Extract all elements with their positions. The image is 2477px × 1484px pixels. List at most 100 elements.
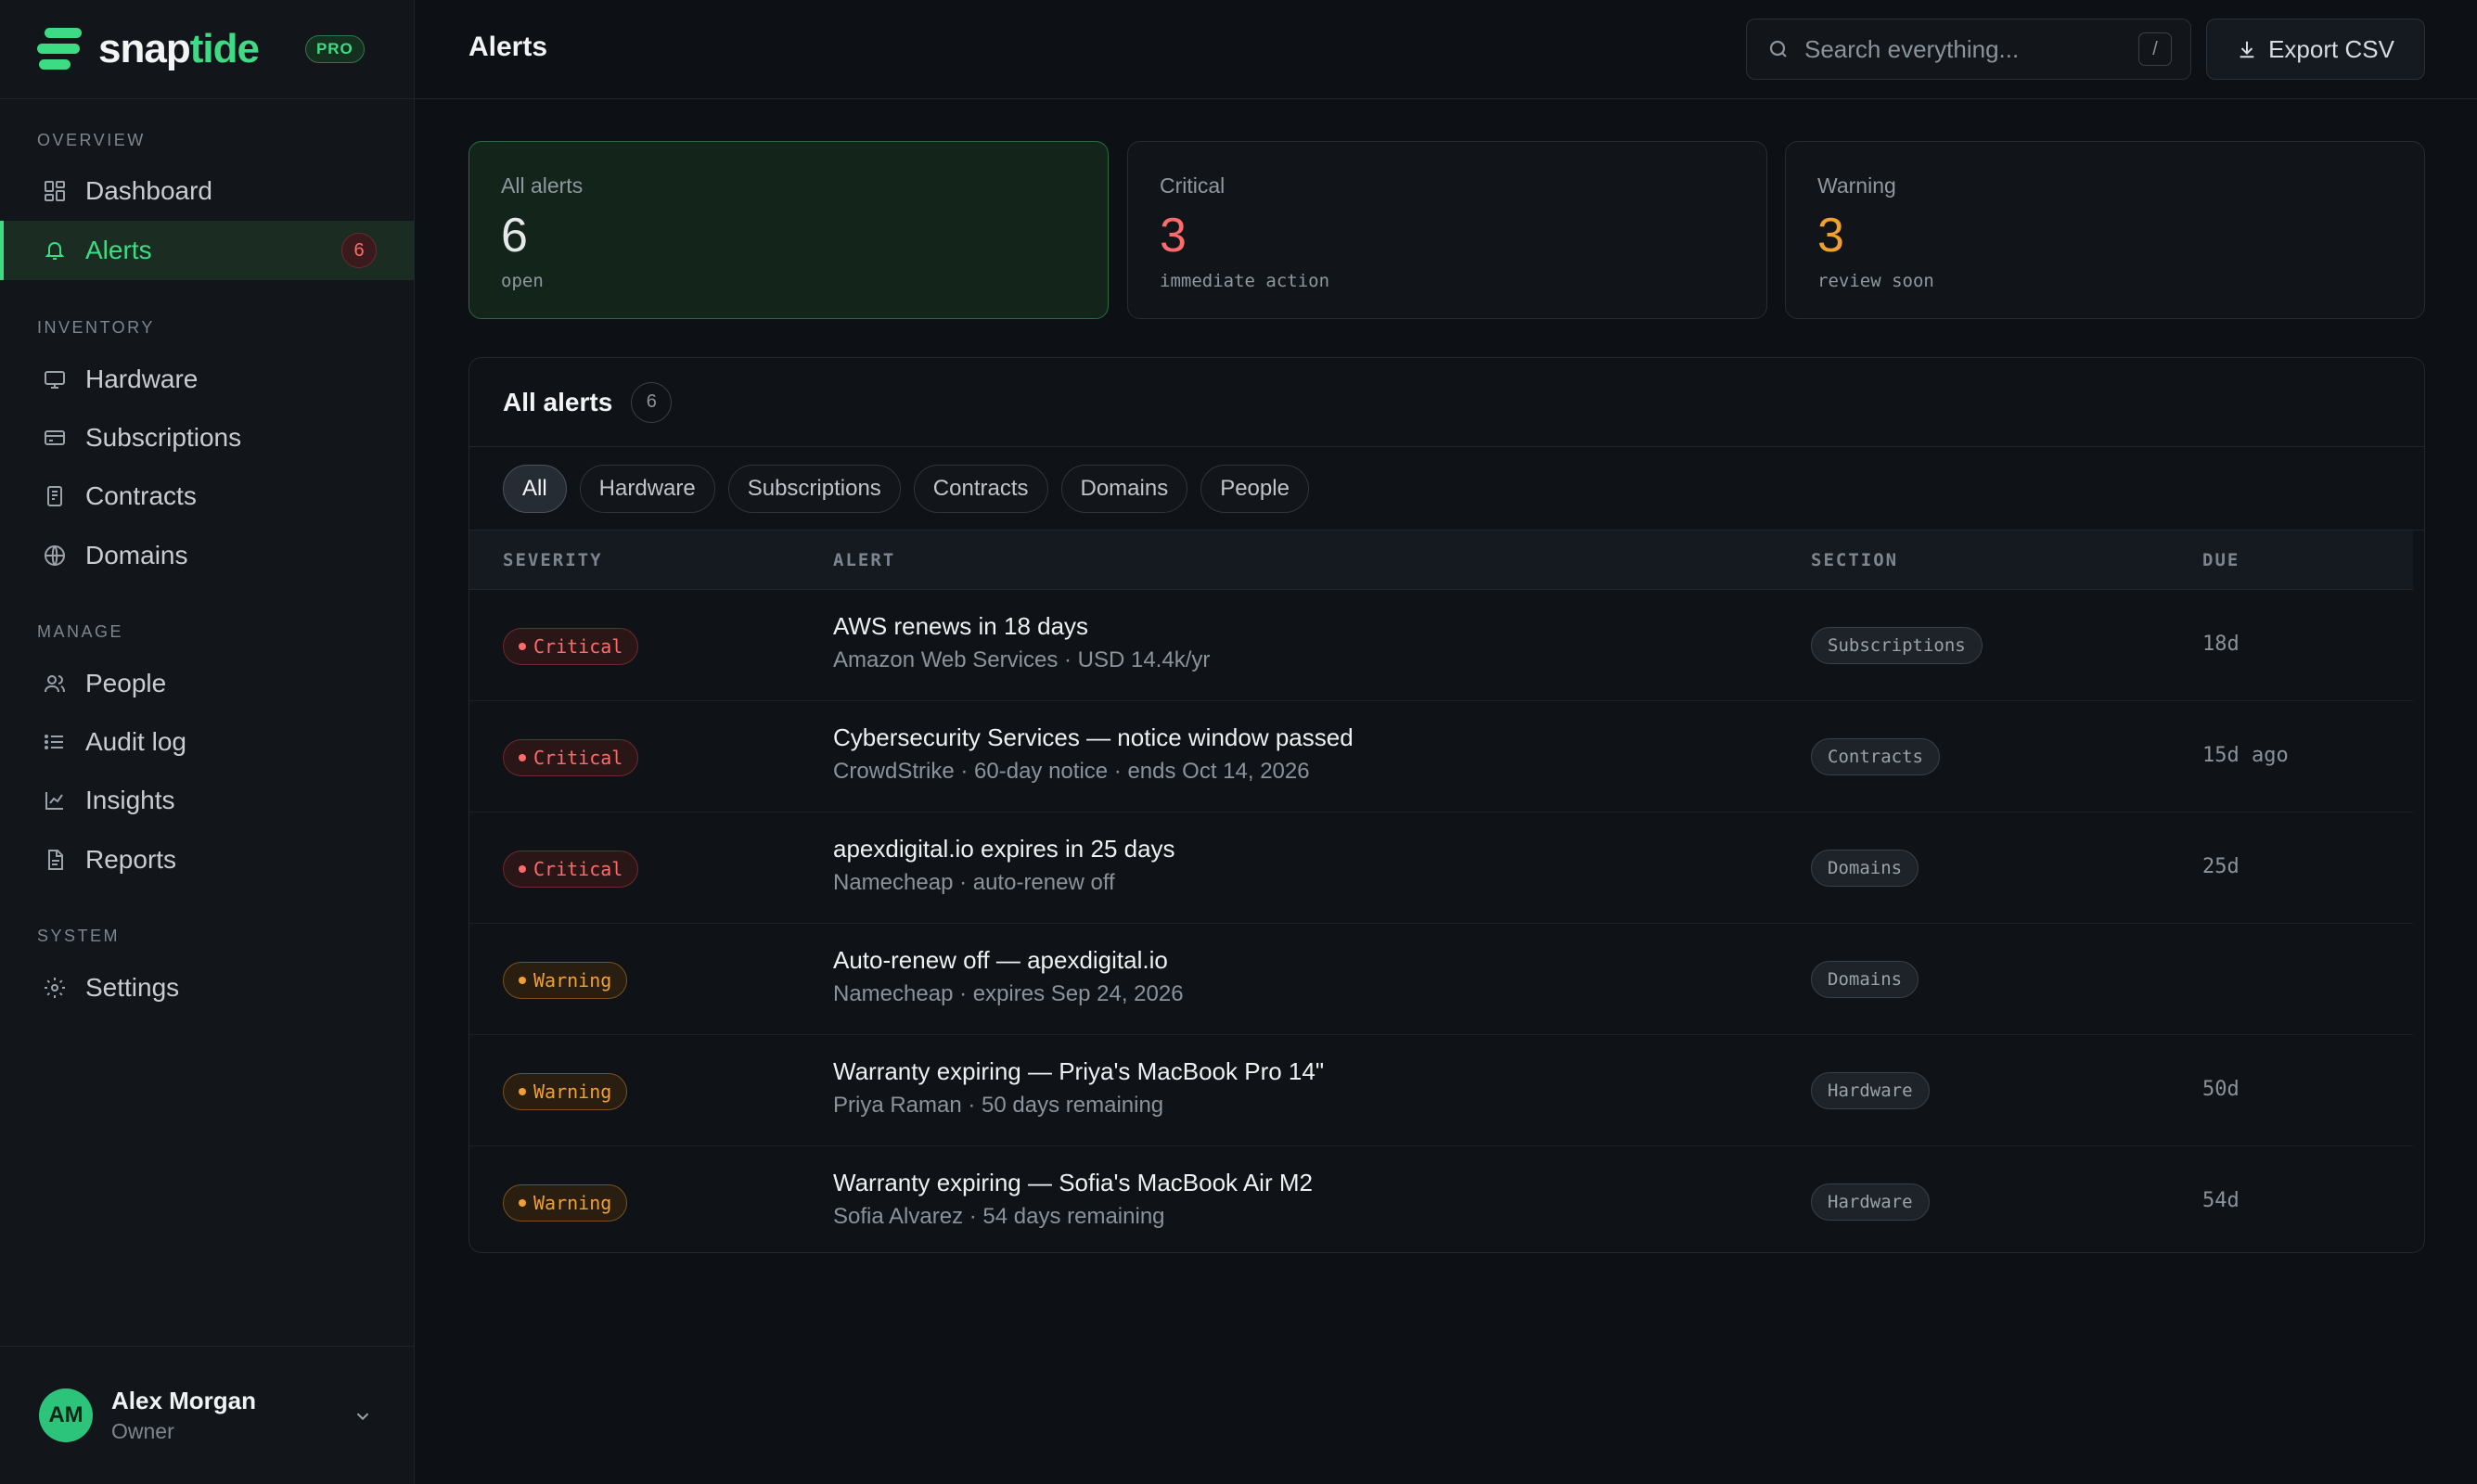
due-value: 50d <box>2202 1078 2240 1101</box>
column-header-section[interactable]: SECTION <box>1811 550 1898 570</box>
list-icon <box>43 730 67 754</box>
alert-subtitle: Priya Raman · 50 days remaining <box>833 1093 1164 1118</box>
sidebar-item-label: Contracts <box>85 481 197 510</box>
severity-badge: Critical <box>503 739 639 776</box>
alert-title[interactable]: Auto-renew off — apexdigital.io <box>833 946 1168 975</box>
sidebar-item-label: Domains <box>85 541 188 569</box>
stat-label: All alerts <box>501 173 584 198</box>
sidebar-item-domains[interactable]: Domains <box>0 526 414 585</box>
filter-chips: All Hardware Subscriptions Contracts Dom… <box>469 447 2424 531</box>
user-menu[interactable]: AM Alex Morgan Owner <box>0 1346 414 1484</box>
severity-badge: Critical <box>503 851 639 888</box>
table-row[interactable]: Warning Auto-renew off — apexdigital.io Na… <box>469 924 2413 1035</box>
due-value: 15d ago <box>2202 744 2289 767</box>
brand: snaptide PRO <box>0 0 414 99</box>
plan-badge: PRO <box>304 35 365 63</box>
sidebar-item-insights[interactable]: Insights <box>0 771 414 830</box>
bell-icon <box>43 238 67 262</box>
severity-label: Warning <box>533 1192 612 1214</box>
people-icon <box>43 672 67 696</box>
stat-sub: immediate action <box>1160 271 1330 291</box>
report-icon <box>43 848 67 872</box>
filter-chip-hardware[interactable]: Hardware <box>579 464 715 513</box>
severity-badge: Warning <box>503 962 628 999</box>
stat-label: Critical <box>1160 173 1226 198</box>
sidebar-item-alerts[interactable]: Alerts 6 <box>0 221 414 280</box>
alert-title[interactable]: apexdigital.io expires in 25 days <box>833 835 1175 864</box>
alert-title[interactable]: Warranty expiring — Priya's MacBook Pro … <box>833 1057 1324 1086</box>
filter-chip-all[interactable]: All <box>503 464 567 513</box>
filter-chip-subscriptions[interactable]: Subscriptions <box>727 464 901 513</box>
search-shortcut-key: / <box>2138 32 2172 66</box>
sidebar-item-reports[interactable]: Reports <box>0 830 414 889</box>
monitor-icon <box>43 367 67 391</box>
severity-dot-icon <box>519 754 526 761</box>
alert-subtitle: CrowdStrike · 60-day notice · ends Oct 1… <box>833 759 1310 784</box>
page-title: Alerts <box>468 32 548 62</box>
section-tag: Domains <box>1811 850 1919 887</box>
sidebar-item-people[interactable]: People <box>0 654 414 713</box>
alert-title[interactable]: AWS renews in 18 days <box>833 612 1088 641</box>
globe-icon <box>43 544 67 568</box>
table-row[interactable]: Critical AWS renews in 18 days Amazon Web … <box>469 590 2413 701</box>
alert-title[interactable]: Warranty expiring — Sofia's MacBook Air … <box>833 1169 1313 1197</box>
stat-card-all-alerts[interactable]: All alerts 6 open <box>468 141 1109 319</box>
sidebar-item-subscriptions[interactable]: Subscriptions <box>0 408 414 467</box>
stat-label: Warning <box>1817 173 1896 198</box>
filter-chip-contracts[interactable]: Contracts <box>913 464 1048 513</box>
panel-title: All alerts <box>503 387 613 416</box>
table-row[interactable]: Critical Cybersecurity Services — notice … <box>469 701 2413 812</box>
chevron-down-icon[interactable] <box>353 1404 373 1433</box>
gear-icon <box>43 976 67 1000</box>
filter-chip-people[interactable]: People <box>1200 464 1309 513</box>
brand-name[interactable]: snaptide <box>98 26 260 72</box>
severity-dot-icon <box>519 977 526 984</box>
search-icon <box>1767 38 1790 60</box>
column-header-severity[interactable]: SEVERITY <box>503 550 603 570</box>
alerts-count-pill: 6 <box>631 381 673 423</box>
table-row[interactable]: Warning Warranty expiring — Sofia's MacBo… <box>469 1146 2413 1252</box>
sidebar-item-contracts[interactable]: Contracts <box>0 467 414 526</box>
contract-icon <box>43 484 67 508</box>
table-header: SEVERITY ALERT SECTION DUE <box>469 531 2413 590</box>
stat-card-critical[interactable]: Critical 3 immediate action <box>1127 141 1767 319</box>
sidebar-item-label: Settings <box>85 973 180 1002</box>
sidebar-item-label: Insights <box>85 786 175 814</box>
alerts-table-body: Critical AWS renews in 18 days Amazon Web … <box>469 590 2424 1252</box>
table-row[interactable]: Critical apexdigital.io expires in 25 day… <box>469 812 2413 924</box>
alerts-count-badge: 6 <box>341 233 377 268</box>
stat-value: 3 <box>1817 209 1844 262</box>
column-header-due[interactable]: DUE <box>2202 550 2240 570</box>
sidebar-item-label: Alerts <box>85 236 152 264</box>
dashboard-icon <box>43 179 67 203</box>
sidebar: snaptide PRO OVERVIEW Dashboard Alerts 6… <box>0 0 415 1484</box>
stat-card-warning[interactable]: Warning 3 review soon <box>1785 141 2425 319</box>
search-input[interactable]: Search everything... / <box>1746 19 2191 80</box>
sidebar-item-label: Reports <box>85 845 177 874</box>
sidebar-item-settings[interactable]: Settings <box>0 958 414 1017</box>
user-role: Owner <box>111 1419 174 1443</box>
filter-chip-domains[interactable]: Domains <box>1060 464 1188 513</box>
due-value: 54d <box>2202 1189 2240 1212</box>
sidebar-item-audit-log[interactable]: Audit log <box>0 712 414 772</box>
stat-value: 6 <box>501 209 528 262</box>
sidebar-item-label: Subscriptions <box>85 423 242 452</box>
alert-title[interactable]: Cybersecurity Services — notice window p… <box>833 723 1354 752</box>
severity-label: Critical <box>533 635 623 658</box>
due-value: 18d <box>2202 633 2240 656</box>
search-placeholder: Search everything... <box>1804 34 2020 63</box>
export-csv-label: Export CSV <box>2268 34 2394 63</box>
sidebar-item-hardware[interactable]: Hardware <box>0 350 414 409</box>
table-row[interactable]: Warning Warranty expiring — Priya's MacBo… <box>469 1035 2413 1146</box>
download-icon <box>2237 39 2257 59</box>
column-header-alert[interactable]: ALERT <box>833 550 895 570</box>
sidebar-item-label: Dashboard <box>85 176 212 205</box>
sidebar-item-label: People <box>85 669 167 697</box>
sidebar-item-dashboard[interactable]: Dashboard <box>0 161 414 221</box>
severity-label: Warning <box>533 969 612 991</box>
severity-badge: Critical <box>503 628 639 665</box>
alert-subtitle: Namecheap · auto-renew off <box>833 870 1115 895</box>
severity-badge: Warning <box>503 1073 628 1110</box>
severity-dot-icon <box>519 643 526 650</box>
export-csv-button[interactable]: Export CSV <box>2206 19 2425 80</box>
